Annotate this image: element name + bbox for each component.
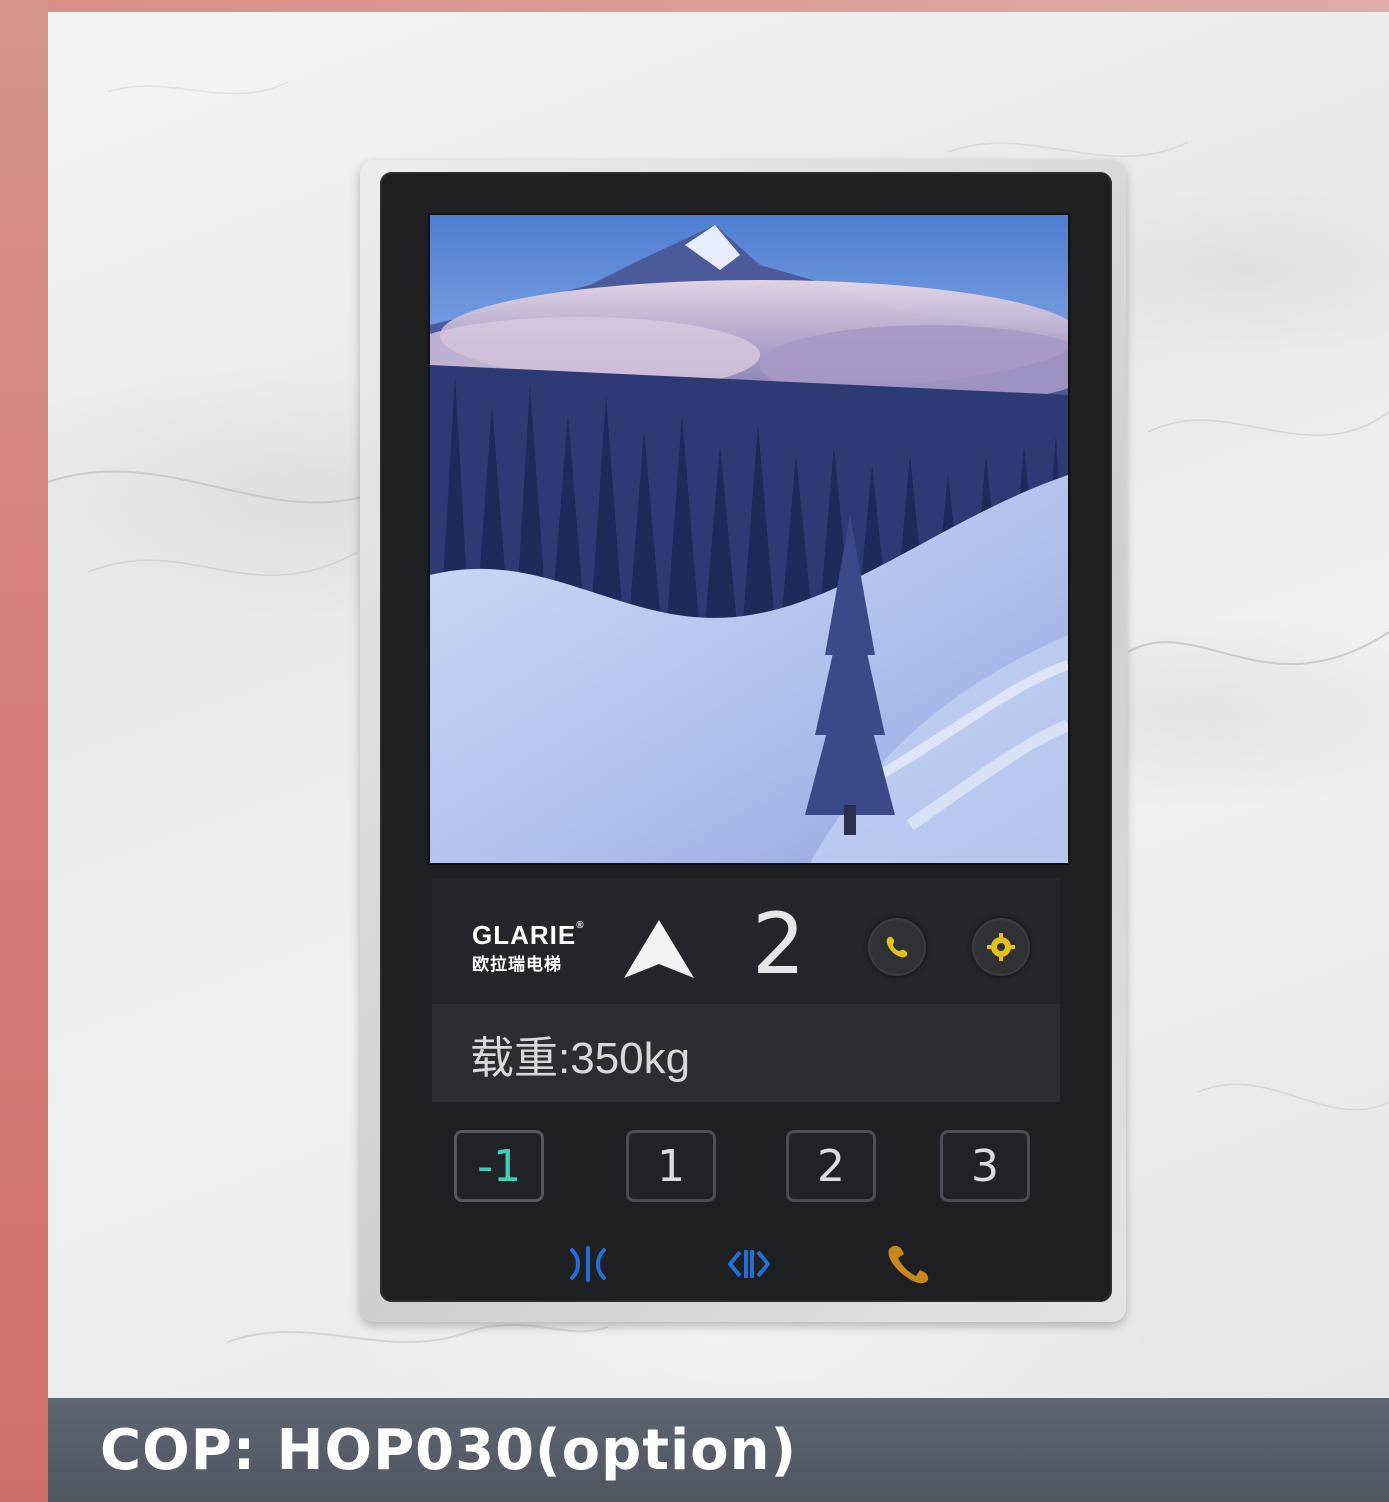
fan-icon[interactable] (566, 1244, 610, 1284)
rated-load-label: 载重:350kg (470, 1034, 691, 1083)
brand-chinese-name: 欧拉瑞电梯 (472, 955, 562, 974)
floor-button-label: 3 (971, 1140, 999, 1192)
settings-button[interactable] (972, 918, 1030, 976)
alarm-bell-icon[interactable] (884, 1240, 932, 1284)
call-button[interactable] (868, 918, 926, 976)
door-open-icon[interactable] (724, 1244, 774, 1284)
floor-button-3[interactable]: 3 (940, 1130, 1030, 1202)
gear-icon (987, 933, 1015, 961)
display-screen (428, 213, 1070, 865)
brand-logo: GLARIE® (472, 920, 585, 950)
floor-button-label: 2 (817, 1140, 845, 1192)
floor-button-1[interactable]: 1 (626, 1130, 716, 1202)
floor-button-minus-1[interactable]: -1 (454, 1130, 544, 1202)
product-caption: COP: HOP030(option) (100, 1418, 798, 1483)
direction-up-arrow-icon (624, 920, 694, 978)
top-border-strip (0, 0, 1389, 12)
current-floor-indicator: 2 (752, 895, 806, 993)
floor-button-2[interactable]: 2 (786, 1130, 876, 1202)
phone-icon (886, 936, 908, 958)
floor-button-label: -1 (477, 1140, 521, 1192)
left-border-strip (0, 0, 48, 1502)
floor-button-label: 1 (657, 1140, 685, 1192)
winter-landscape-image (430, 215, 1068, 863)
